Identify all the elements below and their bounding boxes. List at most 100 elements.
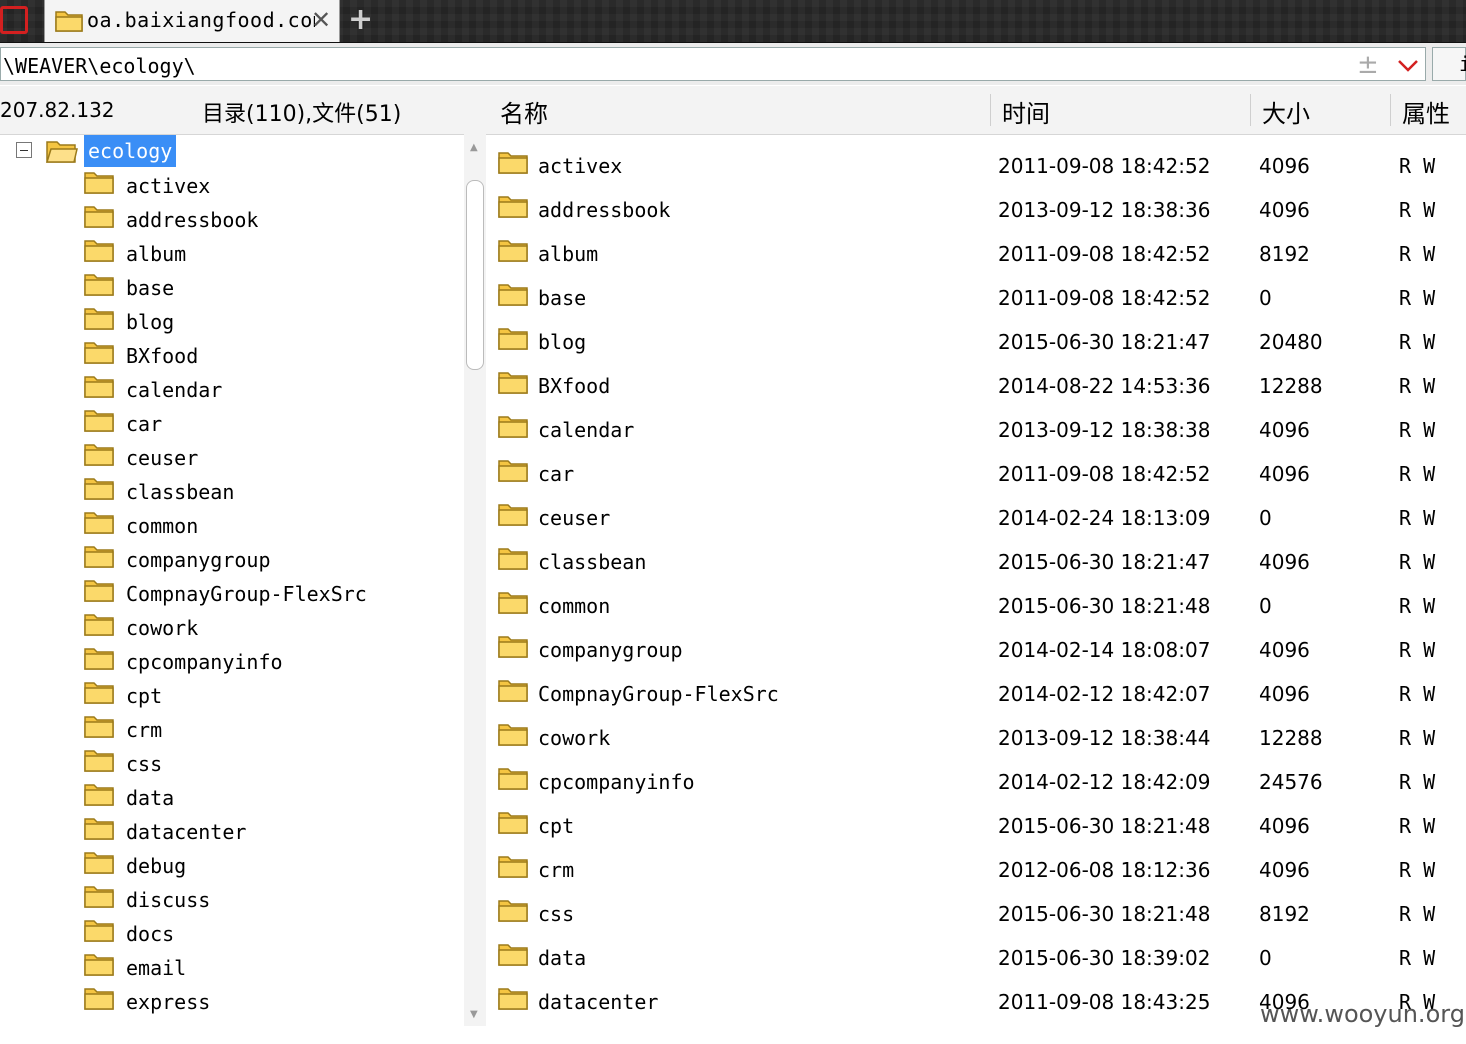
folder-icon: [84, 238, 114, 266]
file-size: 24576: [1259, 770, 1323, 794]
file-row[interactable]: BXfood 2014-08-22 14:53:36 12288 R W: [488, 360, 1466, 404]
tree-root-label[interactable]: ecology: [84, 135, 177, 167]
file-row[interactable]: companygroup 2014-02-14 18:08:07 4096 R W: [488, 624, 1466, 668]
file-name: ceuser: [538, 506, 611, 530]
file-size: 4096: [1259, 462, 1310, 486]
file-size: 4096: [1259, 682, 1310, 706]
folder-icon: [498, 502, 528, 530]
folder-icon: [498, 238, 528, 266]
folder-icon: [498, 634, 528, 662]
path-input[interactable]: \WEAVER\ecology\ ±: [0, 47, 1426, 81]
collapse-icon[interactable]: [16, 142, 32, 158]
tree-item[interactable]: docs: [84, 916, 484, 950]
tree-item[interactable]: email: [84, 950, 484, 984]
file-row[interactable]: cpcompanyinfo 2014-02-12 18:42:09 24576 R W: [488, 756, 1466, 800]
column-attr[interactable]: 属性: [1402, 94, 1450, 129]
file-row[interactable]: CompnayGroup-FlexSrc 2014-02-12 18:42:07 4…: [488, 668, 1466, 712]
file-row[interactable]: car 2011-09-08 18:42:52 4096 R W: [488, 448, 1466, 492]
file-size: 4096: [1259, 418, 1310, 442]
tree-item-label: cpt: [126, 684, 163, 708]
tree-item[interactable]: activex: [84, 168, 484, 202]
scrollbar-thumb[interactable]: [466, 180, 484, 370]
file-name: companygroup: [538, 638, 683, 662]
tree-item[interactable]: classbean: [84, 474, 484, 508]
file-size: 4096: [1259, 814, 1310, 838]
tree-item[interactable]: express: [84, 984, 484, 1018]
file-size: 12288: [1259, 374, 1323, 398]
tree-item[interactable]: base: [84, 270, 484, 304]
tree-root[interactable]: ecology: [0, 134, 470, 168]
tree-item[interactable]: css: [84, 746, 484, 780]
file-row[interactable]: base 2011-09-08 18:42:52 0 R W: [488, 272, 1466, 316]
folder-icon: [55, 8, 83, 36]
tree-item[interactable]: companygroup: [84, 542, 484, 576]
tree-scrollbar[interactable]: ▲ ▼: [464, 134, 486, 1026]
tree-item[interactable]: discuss: [84, 882, 484, 916]
folder-icon: [84, 714, 114, 742]
tree-item[interactable]: datacenter: [84, 814, 484, 848]
file-row[interactable]: calendar 2013-09-12 18:38:38 4096 R W: [488, 404, 1466, 448]
tree-item[interactable]: BXfood: [84, 338, 484, 372]
tree-item[interactable]: data: [84, 780, 484, 814]
file-attr: R W: [1399, 858, 1436, 882]
file-row[interactable]: data 2015-06-30 18:39:02 0 R W: [488, 932, 1466, 976]
tree-item-label: cowork: [126, 616, 199, 640]
file-row[interactable]: album 2011-09-08 18:42:52 8192 R W: [488, 228, 1466, 272]
file-name: classbean: [538, 550, 647, 574]
tree-item-label: car: [126, 412, 163, 436]
path-text: \WEAVER\ecology\: [3, 54, 196, 78]
column-divider[interactable]: [1250, 94, 1251, 126]
tree-item[interactable]: album: [84, 236, 484, 270]
go-button[interactable]: i: [1432, 47, 1466, 81]
tree-item[interactable]: crm: [84, 712, 484, 746]
column-time[interactable]: 时间: [1002, 94, 1050, 129]
column-divider[interactable]: [990, 94, 991, 126]
bookmark-add-icon[interactable]: ±: [1357, 50, 1379, 80]
file-row[interactable]: crm 2012-06-08 18:12:36 4096 R W: [488, 844, 1466, 888]
file-row[interactable]: activex 2011-09-08 18:42:52 4096 R W: [488, 140, 1466, 184]
folder-icon: [84, 748, 114, 776]
tree-item[interactable]: cpcompanyinfo: [84, 644, 484, 678]
tree-item-label: css: [126, 752, 163, 776]
tree-item-label: express: [126, 990, 211, 1014]
folder-icon: [498, 986, 528, 1014]
scroll-down-icon[interactable]: ▼: [470, 1009, 478, 1020]
file-row[interactable]: classbean 2015-06-30 18:21:47 4096 R W: [488, 536, 1466, 580]
tree-item[interactable]: cowork: [84, 610, 484, 644]
tree-item[interactable]: common: [84, 508, 484, 542]
file-name: car: [538, 462, 575, 486]
column-name[interactable]: 名称: [500, 94, 548, 129]
tab-active[interactable]: oa.baixiangfood.com ✕: [44, 0, 340, 42]
scroll-up-icon[interactable]: ▲: [470, 142, 478, 153]
file-row[interactable]: css 2015-06-30 18:21:48 8192 R W: [488, 888, 1466, 932]
app-logo-icon[interactable]: [0, 6, 28, 34]
file-row[interactable]: cpt 2015-06-30 18:21:48 4096 R W: [488, 800, 1466, 844]
tree-item[interactable]: car: [84, 406, 484, 440]
tree-item[interactable]: ceuser: [84, 440, 484, 474]
column-divider[interactable]: [1390, 94, 1391, 126]
file-time: 2013-09-12 18:38:44: [998, 726, 1211, 750]
column-size[interactable]: 大小: [1262, 94, 1310, 129]
file-size: 0: [1259, 286, 1272, 310]
tree-item[interactable]: calendar: [84, 372, 484, 406]
close-icon[interactable]: ✕: [311, 6, 331, 34]
file-row[interactable]: ceuser 2014-02-24 18:13:09 0 R W: [488, 492, 1466, 536]
folder-icon: [84, 918, 114, 946]
file-attr: R W: [1399, 242, 1436, 266]
file-size: 4096: [1259, 550, 1310, 574]
tree-item[interactable]: blog: [84, 304, 484, 338]
tree-item[interactable]: debug: [84, 848, 484, 882]
file-attr: R W: [1399, 550, 1436, 574]
tree-item[interactable]: addressbook: [84, 202, 484, 236]
file-row[interactable]: blog 2015-06-30 18:21:47 20480 R W: [488, 316, 1466, 360]
tree-item[interactable]: CompnayGroup-FlexSrc: [84, 576, 484, 610]
chevron-down-icon[interactable]: [1397, 58, 1419, 77]
column-header: 207.82.132 目录(110),文件(51) 名称 时间 大小 属性: [0, 86, 1466, 135]
new-tab-icon[interactable]: +: [348, 2, 373, 37]
file-name: cpt: [538, 814, 575, 838]
file-time: 2011-09-08 18:42:52: [998, 242, 1211, 266]
tree-item[interactable]: cpt: [84, 678, 484, 712]
file-row[interactable]: cowork 2013-09-12 18:38:44 12288 R W: [488, 712, 1466, 756]
file-row[interactable]: addressbook 2013-09-12 18:38:36 4096 R W: [488, 184, 1466, 228]
file-row[interactable]: common 2015-06-30 18:21:48 0 R W: [488, 580, 1466, 624]
